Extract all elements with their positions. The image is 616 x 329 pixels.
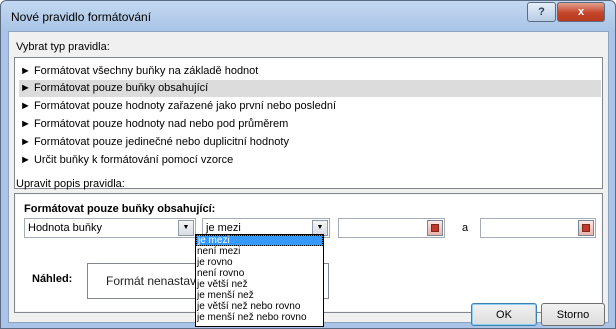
ok-button[interactable]: OK [471,303,537,326]
operator-dropdown-list: je mezi není mezi je rovno není rovno je… [195,234,324,327]
preview-label: Náhled: [32,273,73,285]
operator-option[interactable]: není mezi [196,246,323,257]
range-select-icon[interactable] [578,220,594,236]
field-combo[interactable]: Hodnota buňky ▼ [24,218,196,238]
help-button[interactable]: ? [527,2,556,22]
operator-option[interactable]: není rovno [196,268,323,279]
chevron-down-icon[interactable]: ▼ [178,220,194,236]
window-title: Nové pravidlo formátování [11,10,152,24]
title-bar: Nové pravidlo formátování ? x [1,1,615,31]
dialog-window: Nové pravidlo formátování ? x Vybrat typ… [0,0,616,329]
rule-description-label: Upravit popis pravidla: [16,178,125,190]
field-combo-value: Hodnota buňky [28,222,102,234]
rule-type-item[interactable]: ► Formátovat pouze hodnoty nad nebo pod … [19,116,601,133]
range-select-icon[interactable] [427,220,443,236]
operator-option[interactable]: je větší než [196,279,323,290]
cancel-button[interactable]: Storno [541,303,605,326]
rule-type-item[interactable]: ► Formátovat všechny buňky na základě ho… [19,63,601,80]
operator-option[interactable]: je větší než nebo rovno [196,301,323,312]
operator-option[interactable]: je menší než nebo rovno [196,312,323,323]
operator-option[interactable]: je rovno [196,257,323,268]
rule-type-item-selected[interactable]: ► Formátovat pouze buňky obsahující [19,80,601,97]
and-label: a [462,222,469,234]
rule-type-item[interactable]: ► Formátovat pouze jedinečné nebo duplic… [19,134,601,151]
rule-description-heading: Formátovat pouze buňky obsahující: [24,203,216,215]
rule-type-list: ► Formátovat všechny buňky na základě ho… [14,57,603,189]
rule-type-label: Vybrat typ pravidla: [16,41,110,53]
close-button[interactable]: x [557,2,605,22]
value-from-input[interactable] [338,218,445,238]
preview-text: Formát nenastaven [106,274,210,288]
operator-option-selected[interactable]: je mezi [196,235,323,246]
operator-option[interactable]: je menší než [196,290,323,301]
rule-type-item[interactable]: ► Formátovat pouze hodnoty zařazené jako… [19,98,601,115]
value-to-input[interactable] [480,218,596,238]
rule-type-item[interactable]: ► Určit buňky k formátování pomocí vzorc… [19,152,601,169]
